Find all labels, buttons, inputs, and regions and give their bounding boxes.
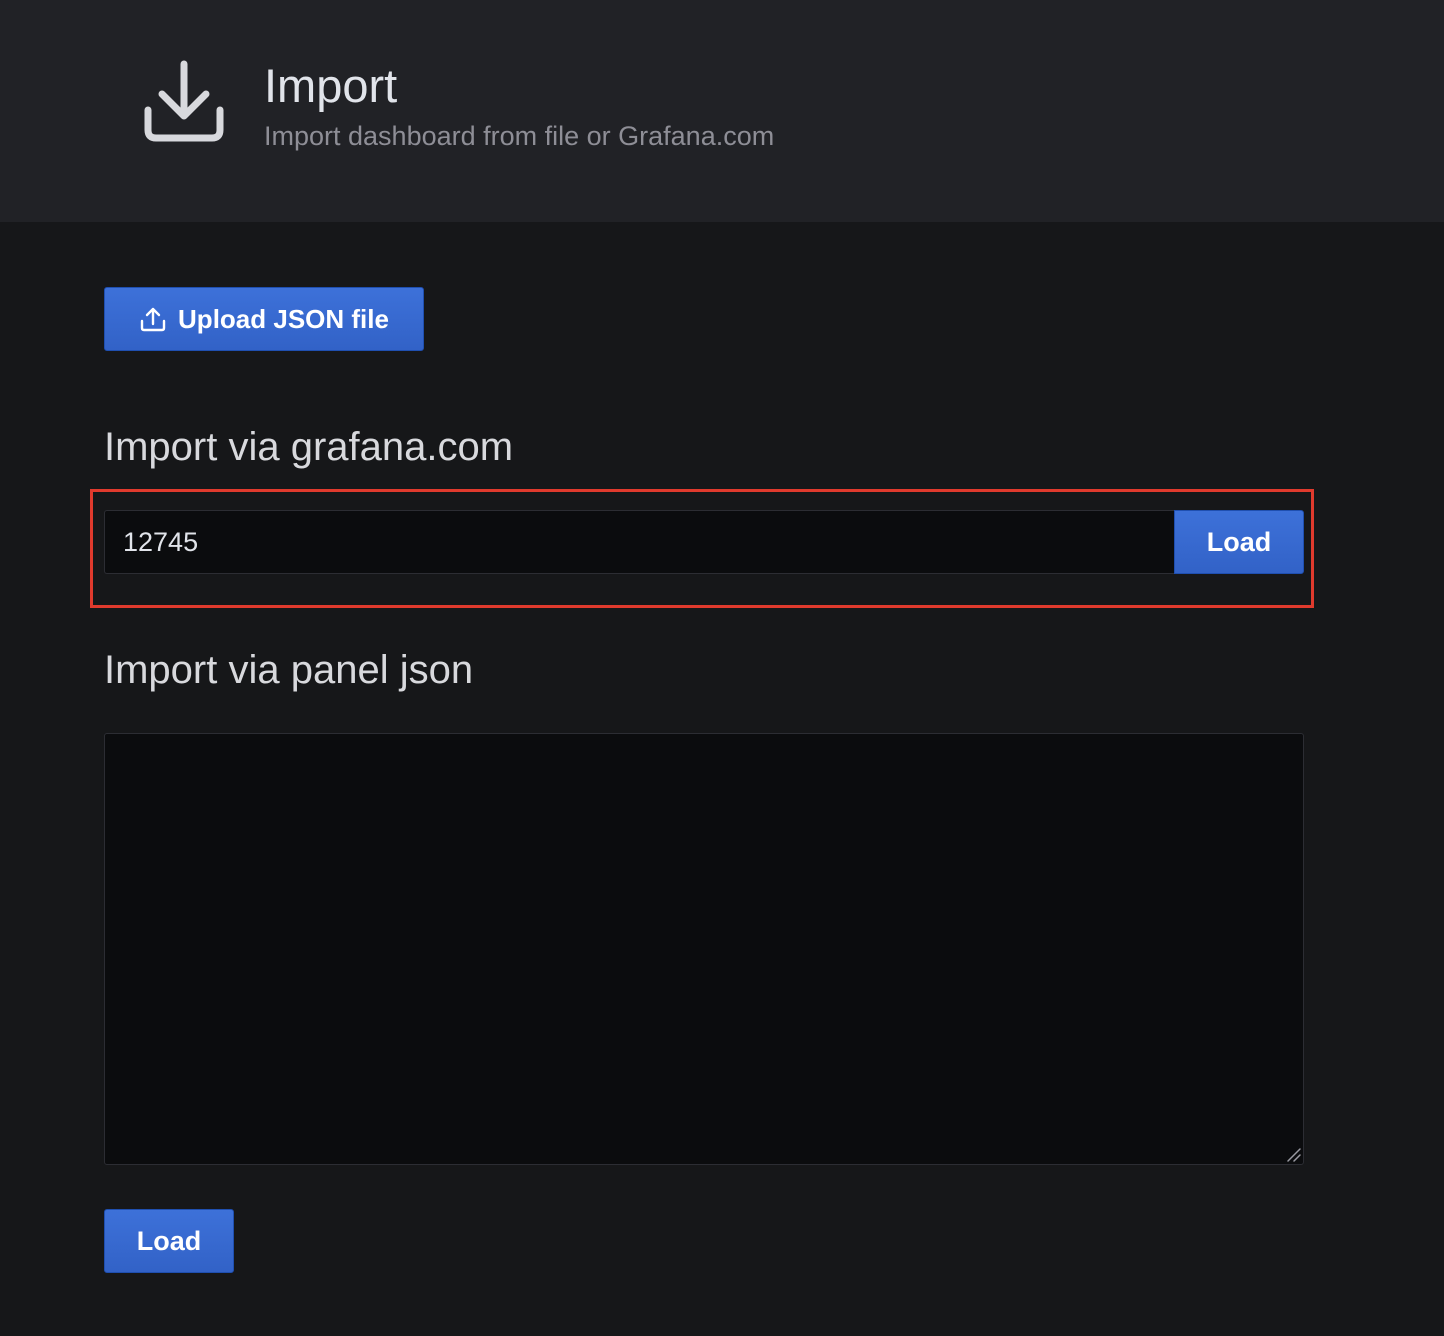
- resize-handle-icon[interactable]: [1285, 1146, 1301, 1162]
- upload-json-label: Upload JSON file: [178, 303, 389, 334]
- panel-json-load-button[interactable]: Load: [104, 1209, 234, 1273]
- import-download-icon: [144, 60, 224, 142]
- panel-json-heading: Import via panel json: [104, 648, 474, 692]
- upload-json-button[interactable]: Upload JSON file: [104, 287, 424, 351]
- import-page: Import Import dashboard from file or Gra…: [0, 0, 1444, 1336]
- upload-icon: [140, 307, 166, 332]
- grafana-dashboard-id-input[interactable]: [104, 510, 1175, 574]
- grafana-import-heading: Import via grafana.com: [104, 425, 514, 469]
- page-header: Import Import dashboard from file or Gra…: [0, 0, 1444, 222]
- panel-json-textarea[interactable]: [104, 733, 1304, 1165]
- grafana-load-button[interactable]: Load: [1174, 510, 1304, 574]
- page-subtitle: Import dashboard from file or Grafana.co…: [264, 121, 775, 151]
- page-title: Import: [264, 59, 398, 112]
